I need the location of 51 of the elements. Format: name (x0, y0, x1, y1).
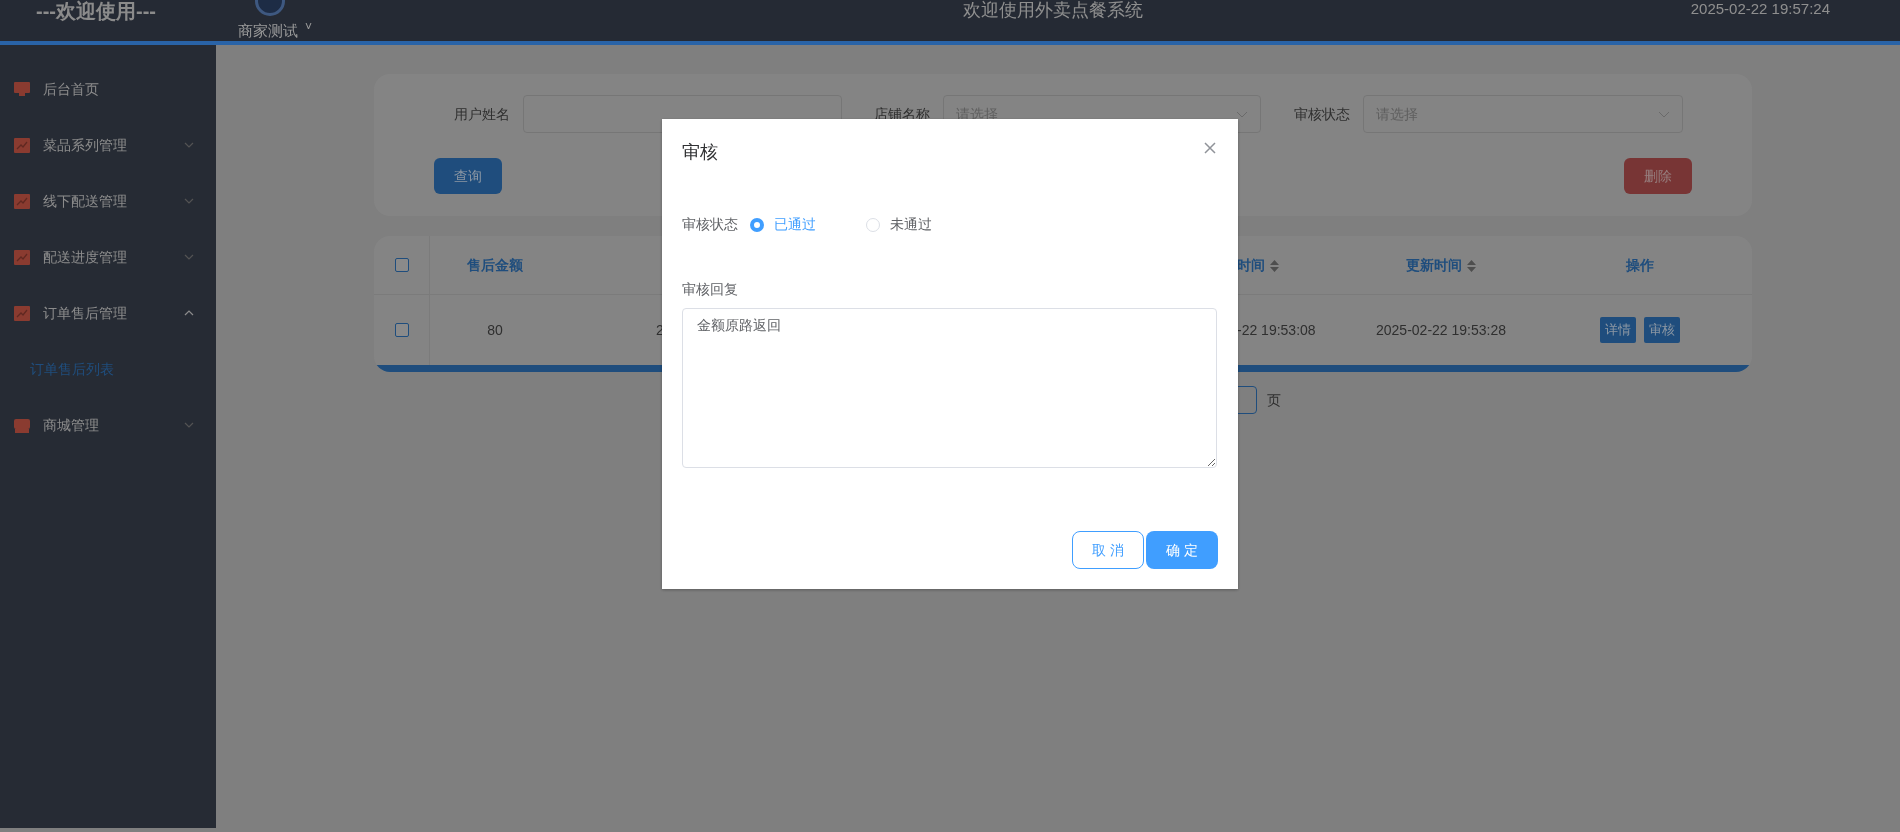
brand-title: ---欢迎使用--- (36, 0, 156, 24)
reply-textarea[interactable]: 金额原路返回 (682, 308, 1217, 468)
delete-button[interactable]: 删除 (1624, 158, 1692, 194)
chart-icon (13, 248, 31, 266)
sidebar-item[interactable]: 配送进度管理 (43, 246, 184, 268)
page-suffix: 页 (1267, 390, 1281, 410)
column-header[interactable]: 更新时间 (1406, 256, 1462, 273)
chevron-up-icon[interactable] (184, 310, 194, 316)
chart-icon (13, 304, 31, 322)
cancel-button[interactable]: 取 消 (1072, 531, 1144, 569)
chart-icon (13, 192, 31, 210)
sort-icon[interactable] (1270, 259, 1279, 272)
field-label: 用户姓名 (454, 104, 510, 124)
review-button[interactable]: 审核 (1643, 317, 1680, 343)
chevron-down-icon[interactable] (184, 422, 194, 428)
monitor-icon (13, 80, 31, 98)
caret-icon[interactable]: ˅ (305, 18, 312, 36)
table-cell: 2025-02-22 19:53:28 (1376, 321, 1506, 338)
confirm-button[interactable]: 确 定 (1146, 531, 1218, 569)
row-checkbox[interactable] (394, 323, 409, 337)
column-header: 售后金额 (467, 256, 523, 273)
sidebar-subitem[interactable]: 订单售后列表 (30, 358, 114, 380)
chevron-down-icon[interactable] (184, 198, 194, 204)
sidebar-item[interactable]: 商城管理 (43, 414, 184, 436)
datetime-text: 2025-02-22 19:57:24 (1690, 0, 1830, 19)
radio-option[interactable]: 已通过 (750, 214, 816, 235)
details-button[interactable]: 详情 (1599, 317, 1636, 343)
field-label: 审核状态 (682, 215, 738, 234)
field-label: 审核回复 (682, 280, 738, 299)
user-menu[interactable]: 商家测试 (238, 20, 298, 43)
chevron-down-icon (1236, 110, 1248, 118)
page-title: 欢迎使用外卖点餐系统 (963, 0, 1143, 22)
select-all-checkbox[interactable] (394, 258, 409, 272)
field-label: 审核状态 (1294, 104, 1350, 124)
sidebar-item[interactable]: 线下配送管理 (43, 190, 184, 212)
sidebar-item[interactable]: 订单售后管理 (43, 302, 184, 324)
dialog-title: 审核 (682, 141, 718, 164)
sidebar-item[interactable]: 后台首页 (43, 78, 216, 100)
chevron-down-icon (1658, 110, 1670, 118)
column-header: 操作 (1625, 256, 1654, 273)
sidebar-item[interactable]: 菜品系列管理 (43, 134, 184, 156)
chart-icon (13, 136, 31, 154)
table-cell: -22 19:53:08 (1237, 321, 1316, 338)
sort-icon[interactable] (1467, 259, 1476, 272)
radio-option[interactable]: 未通过 (866, 214, 932, 235)
shop-icon (13, 416, 31, 434)
table-cell: 80 (487, 321, 503, 338)
column-header[interactable]: 时间 (1237, 256, 1265, 273)
query-button[interactable]: 查询 (434, 158, 502, 194)
chevron-down-icon[interactable] (184, 142, 194, 148)
chevron-down-icon[interactable] (184, 254, 194, 260)
